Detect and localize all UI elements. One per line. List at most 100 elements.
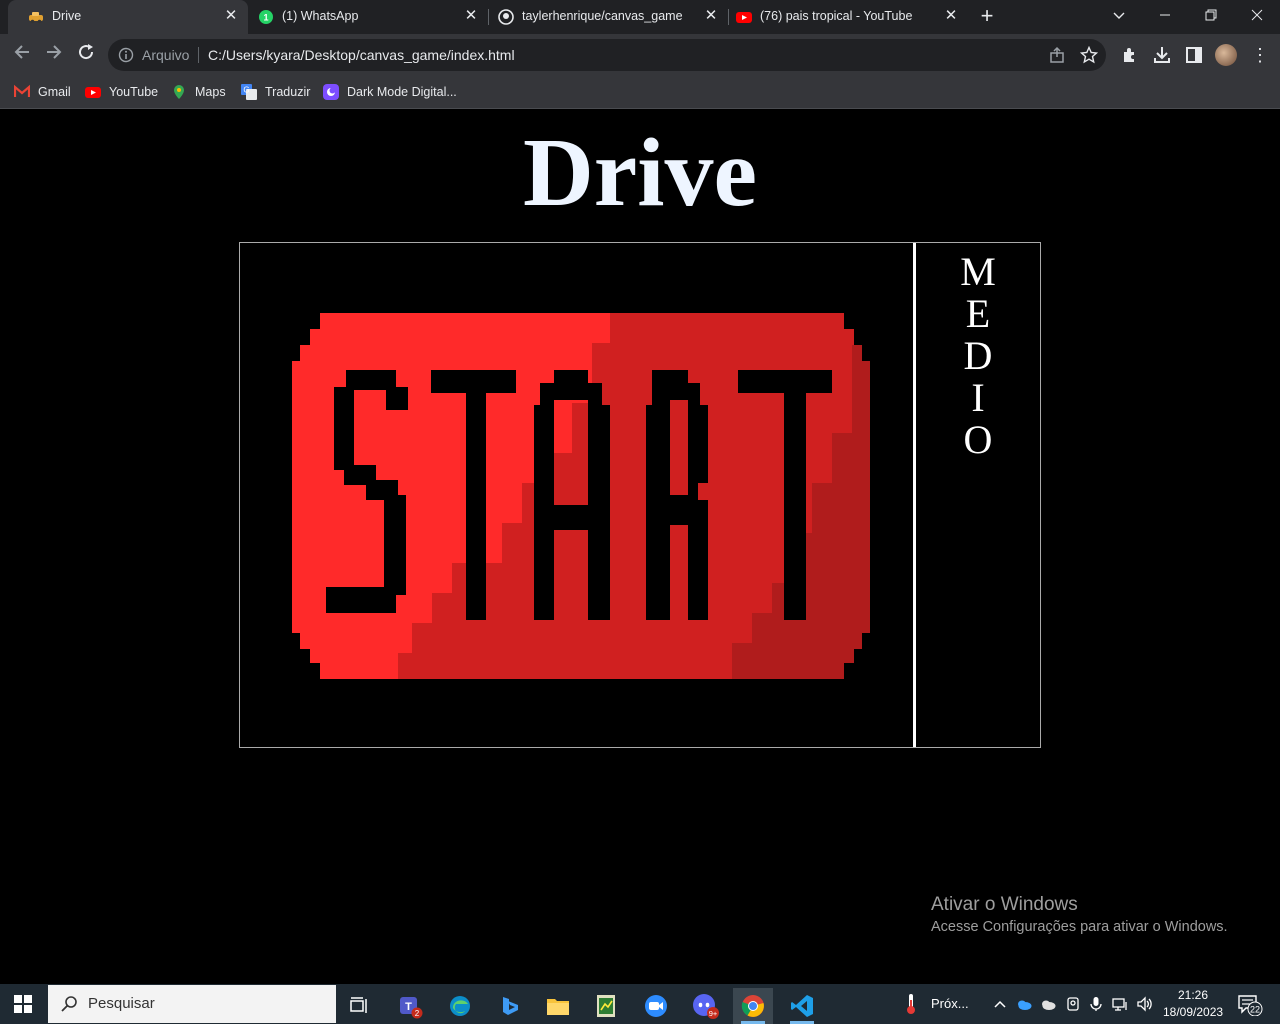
- translate-icon: G: [241, 84, 257, 100]
- svg-text:G: G: [243, 86, 249, 95]
- task-view-button[interactable]: [340, 988, 380, 1024]
- tab-title: taylerhenrique/canvas_game: [522, 9, 683, 23]
- close-tab-icon[interactable]: ✕: [702, 7, 720, 25]
- svg-text:22: 22: [1250, 1005, 1260, 1015]
- profile-avatar[interactable]: [1215, 44, 1237, 66]
- bookmark-label: YouTube: [109, 85, 159, 99]
- bookmark-label: Maps: [195, 85, 226, 99]
- download-icon[interactable]: [1152, 45, 1172, 65]
- notifications-icon[interactable]: 22: [1238, 994, 1264, 1016]
- chrome-app[interactable]: [733, 988, 773, 1024]
- arrow-right-icon: [47, 45, 62, 59]
- thermometer-icon[interactable]: [903, 992, 919, 1016]
- microphone-icon[interactable]: [1088, 996, 1104, 1012]
- onedrive-icon[interactable]: [1016, 996, 1032, 1012]
- bookmark-maps[interactable]: Maps: [171, 82, 226, 102]
- side-panel-icon[interactable]: [1184, 45, 1204, 65]
- close-tab-icon[interactable]: ✕: [942, 7, 960, 25]
- clock-time[interactable]: 21:26: [1178, 988, 1208, 1002]
- speaker-icon[interactable]: [1136, 996, 1152, 1012]
- share-icon[interactable]: [1048, 46, 1066, 64]
- gmail-icon: [14, 84, 30, 97]
- teams-app[interactable]: T 2: [390, 988, 430, 1024]
- file-explorer-app[interactable]: [538, 988, 578, 1024]
- browser-toolbar: Arquivo C:/Users/kyara/Desktop/canvas_ga…: [0, 34, 1280, 76]
- difficulty-letter: E: [965, 291, 991, 336]
- tab-title: (1) WhatsApp: [282, 9, 359, 23]
- bookmark-label: Traduzir: [265, 85, 311, 99]
- forward-button[interactable]: [42, 43, 66, 67]
- github-icon: [498, 9, 514, 25]
- zoom-app[interactable]: [636, 988, 676, 1024]
- svg-text:2: 2: [415, 1009, 420, 1018]
- camera-icon[interactable]: [1065, 996, 1081, 1012]
- start-button-label-box[interactable]: [326, 365, 838, 627]
- game-car-icon: [29, 12, 43, 24]
- tab-title: Drive: [52, 9, 82, 23]
- youtube-icon: [736, 12, 752, 23]
- discord-icon: 9+: [693, 994, 719, 1019]
- bookmark-star-icon[interactable]: [1080, 46, 1098, 64]
- menu-kebab-icon[interactable]: ⋮: [1250, 44, 1270, 66]
- windows-taskbar: Pesquisar T 2 9+ Próx... 21:26 18/09/202…: [0, 984, 1280, 1024]
- close-window-button[interactable]: [1234, 0, 1280, 30]
- discord-app[interactable]: 9+: [686, 988, 726, 1024]
- bookmark-gmail[interactable]: Gmail: [14, 82, 71, 102]
- difficulty-letter: D: [963, 333, 993, 378]
- chevron-up-icon[interactable]: [992, 996, 1008, 1012]
- tab-search-icon[interactable]: [1096, 0, 1142, 30]
- game-title: Drive: [523, 119, 757, 227]
- sheets-app[interactable]: [586, 988, 626, 1024]
- restore-button[interactable]: [1188, 0, 1234, 30]
- bookmark-label: Dark Mode Digital...: [347, 85, 457, 99]
- difficulty-letter: M: [960, 249, 996, 294]
- bing-icon: [503, 997, 518, 1015]
- chrome-icon: [741, 995, 764, 1017]
- tab-youtube[interactable]: (76) pais tropical - YouTube ✕: [728, 0, 968, 34]
- search-placeholder: Pesquisar: [88, 995, 155, 1012]
- tab-drive[interactable]: Drive ✕: [8, 0, 248, 34]
- url-text[interactable]: C:/Users/kyara/Desktop/canvas_game/index…: [208, 47, 515, 63]
- url-scheme-label: Arquivo: [142, 47, 190, 63]
- video-camera-icon: [645, 995, 667, 1017]
- close-tab-icon[interactable]: ✕: [222, 7, 240, 25]
- youtube-icon: [85, 87, 101, 98]
- tab-whatsapp[interactable]: 1 (1) WhatsApp ✕: [248, 0, 488, 34]
- folder-icon: [547, 999, 569, 1015]
- windows-start-icon[interactable]: [14, 995, 32, 1013]
- reload-button[interactable]: [74, 43, 98, 67]
- extensions-icon[interactable]: [1120, 45, 1140, 65]
- search-icon: [61, 996, 77, 1012]
- svg-text:T: T: [405, 1001, 412, 1013]
- bookmark-traduzir[interactable]: G Traduzir: [241, 82, 310, 102]
- vscode-app[interactable]: [782, 988, 822, 1024]
- copilot-app[interactable]: [490, 988, 530, 1024]
- edge-icon: [450, 996, 470, 1016]
- teams-icon: T 2: [400, 997, 423, 1019]
- network-icon[interactable]: [1112, 996, 1128, 1012]
- vscode-icon: [791, 995, 813, 1017]
- clock-date[interactable]: 18/09/2023: [1163, 1005, 1223, 1019]
- activation-watermark-subtitle: Acesse Configurações para ativar o Windo…: [931, 919, 1228, 935]
- weather-label[interactable]: Próx...: [931, 996, 969, 1011]
- activation-watermark-title: Ativar o Windows: [931, 894, 1078, 915]
- bookmark-youtube[interactable]: YouTube: [85, 82, 158, 102]
- page-content: Drive M E D I O Ativar o Windows Acesse …: [0, 109, 1280, 984]
- back-button[interactable]: [10, 43, 34, 67]
- info-icon[interactable]: [118, 47, 134, 63]
- svg-text:9+: 9+: [709, 1009, 718, 1018]
- bookmark-dark-mode[interactable]: Dark Mode Digital...: [323, 82, 457, 102]
- game-canvas[interactable]: M E D I O: [239, 242, 1041, 748]
- minimize-button[interactable]: [1142, 0, 1188, 30]
- difficulty-letter: I: [971, 375, 985, 420]
- tab-github[interactable]: taylerhenrique/canvas_game ✕: [488, 0, 728, 34]
- bookmark-label: Gmail: [38, 85, 71, 99]
- new-tab-button[interactable]: +: [976, 5, 998, 28]
- taskbar-search[interactable]: Pesquisar: [48, 985, 336, 1023]
- cloud-icon[interactable]: [1040, 996, 1056, 1012]
- close-tab-icon[interactable]: ✕: [462, 7, 480, 25]
- address-bar[interactable]: Arquivo C:/Users/kyara/Desktop/canvas_ga…: [108, 39, 1106, 71]
- difficulty-label: M E D I O: [916, 251, 1040, 461]
- edge-app[interactable]: [440, 988, 480, 1024]
- task-view-icon: [350, 997, 367, 1013]
